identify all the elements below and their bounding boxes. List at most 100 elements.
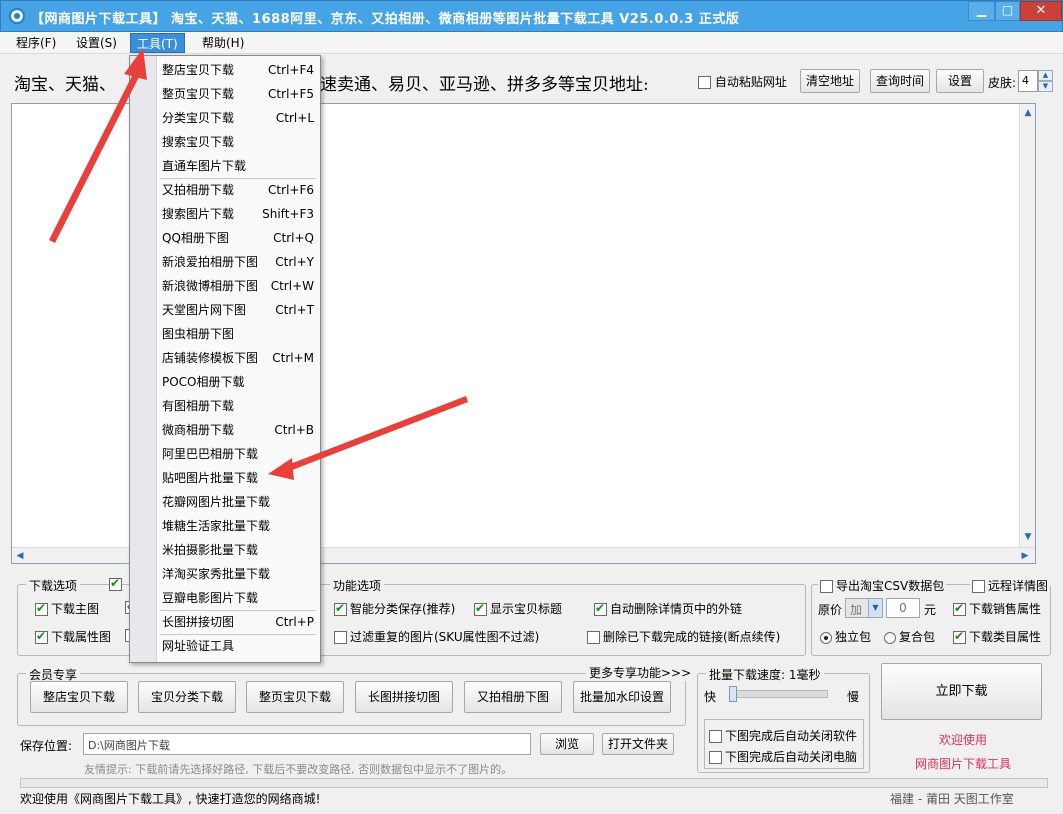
- tools-menu-item[interactable]: 搜索宝贝下载: [158, 130, 320, 154]
- skin-up-icon[interactable]: ▲: [1038, 70, 1053, 81]
- menu-help[interactable]: 帮助(H): [196, 33, 250, 53]
- tools-menu-item[interactable]: 长图拼接切图 Ctrl+P: [158, 610, 320, 634]
- close-button[interactable]: ✕: [1020, 1, 1062, 21]
- auto-remove-links-option[interactable]: 自动删除详情页中的外链: [594, 600, 742, 617]
- tools-menu-item[interactable]: 网址验证工具: [158, 634, 320, 658]
- sales-attr-checkbox[interactable]: [953, 601, 966, 616]
- more-features-link[interactable]: 更多专享功能>>>: [586, 664, 695, 681]
- combo-pack-option[interactable]: 复合包: [884, 628, 935, 645]
- combo-pack-radio[interactable]: [884, 631, 896, 644]
- remote-detail-label: 远程详情图: [988, 579, 1049, 593]
- title-bar: 【网商图片下载工具】 淘宝、天猫、1688阿里、京东、又拍相册、微商相册等图片批…: [0, 0, 1063, 32]
- auto-remove-links-checkbox[interactable]: [594, 601, 607, 616]
- category-attr-checkbox[interactable]: [953, 629, 966, 644]
- tools-menu-item[interactable]: 堆糖生活家批量下载: [158, 514, 320, 538]
- tools-menu-item[interactable]: 整店宝贝下载 Ctrl+F4: [158, 58, 320, 82]
- tools-menu-item[interactable]: 有图相册下载: [158, 394, 320, 418]
- remove-done-links-checkbox[interactable]: [587, 631, 600, 644]
- member-btn-store[interactable]: 整店宝贝下载: [30, 681, 128, 713]
- download-options-checkbox[interactable]: [109, 576, 122, 591]
- tools-menu-item[interactable]: 微商相册下载 Ctrl+B: [158, 418, 320, 442]
- maximize-button[interactable]: □: [995, 1, 1020, 21]
- tools-menu-item[interactable]: 新浪微博相册下图 Ctrl+W: [158, 274, 320, 298]
- download-now-button[interactable]: 立即下载: [881, 663, 1042, 720]
- settings-button[interactable]: 设置: [936, 69, 984, 93]
- open-folder-button[interactable]: 打开文件夹: [602, 733, 674, 755]
- smart-save-option[interactable]: 智能分类保存(推荐): [334, 600, 455, 617]
- menu-settings[interactable]: 设置(S): [70, 33, 123, 53]
- tools-menu-item[interactable]: POCO相册下载: [158, 370, 320, 394]
- minimize-button[interactable]: ▁: [968, 1, 995, 21]
- member-btn-category[interactable]: 宝贝分类下载: [138, 681, 236, 713]
- scroll-right-icon[interactable]: ▶: [1019, 550, 1031, 562]
- filter-dup-checkbox[interactable]: [334, 631, 347, 644]
- show-title-option[interactable]: 显示宝贝标题: [474, 600, 562, 617]
- tools-menu-item-shortcut: Ctrl+F6: [268, 183, 314, 197]
- welcome-line-2[interactable]: 网商图片下载工具: [915, 755, 1011, 772]
- show-title-checkbox[interactable]: [474, 601, 487, 616]
- download-main-image-option[interactable]: 下载主图: [35, 600, 99, 617]
- speed-slider-track[interactable]: [730, 690, 828, 698]
- scroll-up-icon[interactable]: ▲: [1023, 108, 1033, 118]
- browse-button[interactable]: 浏览: [540, 733, 594, 755]
- price-value-input[interactable]: 0: [886, 598, 920, 618]
- save-path-input[interactable]: D:\网商图片下载: [83, 733, 531, 755]
- tools-menu-item[interactable]: 分类宝贝下载 Ctrl+L: [158, 106, 320, 130]
- scroll-down-icon[interactable]: ▼: [1023, 532, 1033, 542]
- auto-paste-checkbox[interactable]: [698, 76, 711, 89]
- tools-menu-item[interactable]: 新浪爱拍相册下图 Ctrl+Y: [158, 250, 320, 274]
- tools-menu-item[interactable]: 直通车图片下载: [158, 154, 320, 178]
- tools-menu-item[interactable]: 贴吧图片批量下载: [158, 466, 320, 490]
- tools-menu-item[interactable]: 米拍摄影批量下载: [158, 538, 320, 562]
- filter-dup-option[interactable]: 过滤重复的图片(SKU属性图不过滤): [334, 628, 539, 645]
- tools-menu-item[interactable]: 图虫相册下图: [158, 322, 320, 346]
- tools-menu-item[interactable]: 洋淘买家秀批量下载: [158, 562, 320, 586]
- speed-slider-thumb[interactable]: [729, 686, 737, 702]
- member-btn-watermark[interactable]: 批量加水印设置: [573, 681, 671, 713]
- scroll-left-icon[interactable]: ◀: [14, 550, 26, 562]
- price-op-select[interactable]: 加 ▼: [845, 598, 883, 618]
- tools-menu-item[interactable]: 店铺装修模板下图 Ctrl+M: [158, 346, 320, 370]
- remote-detail-option[interactable]: 远程详情图: [970, 577, 1051, 594]
- tools-menu-item[interactable]: 天堂图片网下图 Ctrl+T: [158, 298, 320, 322]
- menu-program[interactable]: 程序(F): [10, 33, 62, 53]
- download-attr-image-checkbox[interactable]: [35, 629, 48, 644]
- query-time-button[interactable]: 查询时间: [870, 69, 930, 93]
- export-csv-checkbox[interactable]: [820, 580, 833, 593]
- remote-detail-checkbox[interactable]: [972, 580, 985, 593]
- single-pack-label: 独立包: [835, 630, 872, 644]
- remove-done-links-label: 删除已下载完成的链接(断点续传): [603, 630, 781, 644]
- close-pc-checkbox[interactable]: [709, 751, 722, 764]
- close-software-checkbox[interactable]: [709, 730, 722, 743]
- category-attr-option[interactable]: 下载类目属性: [953, 628, 1041, 645]
- member-btn-youpai[interactable]: 又拍相册下图: [464, 681, 562, 713]
- single-pack-option[interactable]: 独立包: [820, 628, 871, 645]
- tools-menu-item[interactable]: QQ相册下图 Ctrl+Q: [158, 226, 320, 250]
- clear-url-button[interactable]: 清空地址: [800, 69, 860, 93]
- download-main-image-checkbox[interactable]: [35, 601, 48, 616]
- member-btn-longimage[interactable]: 长图拼接切图: [355, 681, 453, 713]
- menu-tools[interactable]: 工具(T): [130, 33, 185, 53]
- vertical-scrollbar[interactable]: ▲ ▼: [1019, 104, 1035, 547]
- tools-menu-item[interactable]: 豆瓣电影图片下载: [158, 586, 320, 610]
- tools-menu-item[interactable]: 阿里巴巴相册下载: [158, 442, 320, 466]
- close-pc-option[interactable]: 下图完成后自动关闭电脑: [709, 748, 857, 765]
- single-pack-radio[interactable]: [820, 631, 832, 644]
- tools-menu-item[interactable]: 搜索图片下载 Shift+F3: [158, 202, 320, 226]
- smart-save-checkbox[interactable]: [334, 601, 347, 616]
- auto-paste-option[interactable]: 自动粘贴网址: [698, 73, 787, 90]
- download-options-toggle[interactable]: [109, 576, 125, 591]
- member-btn-page[interactable]: 整页宝贝下载: [246, 681, 344, 713]
- tools-menu-item[interactable]: 又拍相册下载 Ctrl+F6: [158, 178, 320, 202]
- tools-menu-item[interactable]: 花瓣网图片批量下载: [158, 490, 320, 514]
- skin-down-icon[interactable]: ▼: [1038, 81, 1053, 92]
- status-right: 福建 - 莆田 天图工作室: [890, 792, 1014, 806]
- skin-input[interactable]: 4: [1018, 70, 1038, 92]
- remove-done-links-option[interactable]: 删除已下载完成的链接(断点续传): [587, 628, 780, 645]
- export-csv-option[interactable]: 导出淘宝CSV数据包: [818, 577, 947, 594]
- sales-attr-option[interactable]: 下载销售属性: [953, 600, 1041, 617]
- tools-menu-item[interactable]: 整页宝贝下载 Ctrl+F5: [158, 82, 320, 106]
- close-software-option[interactable]: 下图完成后自动关闭软件: [709, 727, 857, 744]
- dropdown-arrow-icon[interactable]: ▼: [868, 599, 882, 617]
- download-attr-image-option[interactable]: 下载属性图: [35, 628, 111, 645]
